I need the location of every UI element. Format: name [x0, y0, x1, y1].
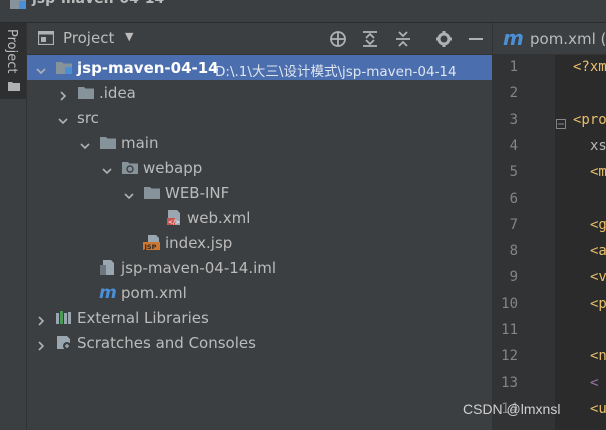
tree-row-web-xml[interactable]: </> web.xml — [27, 205, 492, 230]
project-tool-tab-label: Project — [4, 29, 19, 74]
iml-file-icon — [99, 259, 117, 276]
line-number: 8 — [509, 243, 518, 260]
project-panel-header: Project ▼ — [27, 23, 492, 55]
editor-tab-pom-xml[interactable]: m pom.xml (j — [493, 23, 606, 55]
editor-tab-label: pom.xml (j — [530, 30, 606, 48]
tree-item-label: External Libraries — [77, 309, 209, 327]
tree-row-webapp[interactable]: webapp — [27, 155, 492, 180]
code-line: <g — [590, 216, 606, 233]
maven-icon: m — [99, 283, 117, 303]
svg-text:JSP: JSP — [144, 243, 157, 251]
line-number: 11 — [501, 322, 518, 338]
line-number: 9 — [509, 269, 518, 286]
jsp-file-icon: JSP — [143, 234, 161, 251]
xml-config-icon: </> — [165, 209, 183, 226]
module-folder-icon — [55, 59, 73, 76]
project-icon — [10, 0, 26, 9]
svg-text:m: m — [99, 284, 117, 301]
tree-row-external-libraries[interactable]: External Libraries — [27, 305, 492, 330]
tree-item-label: src — [77, 109, 99, 127]
web-folder-icon — [121, 159, 139, 176]
scratches-icon — [55, 334, 73, 351]
line-number: 2 — [509, 85, 518, 102]
code-line: <pro — [573, 111, 606, 128]
chevron-right-icon[interactable] — [35, 337, 47, 351]
line-number: 1 — [509, 59, 518, 75]
tree-item-label: index.jsp — [165, 234, 233, 252]
tree-row-src[interactable]: src — [27, 105, 492, 130]
tree-row-index-jsp[interactable]: JSP index.jsp — [27, 230, 492, 255]
libraries-icon — [55, 309, 73, 326]
code-line: <?xm — [573, 59, 606, 75]
watermark: CSDN @lmxnsl — [463, 401, 561, 417]
tree-item-label: main — [121, 134, 159, 152]
tree-item-label: jsp-maven-04-14 — [77, 59, 219, 77]
chevron-right-icon[interactable] — [35, 312, 47, 326]
window-title: jsp-maven-04-14 — [32, 0, 164, 7]
code-line: <p — [590, 295, 606, 312]
chevron-down-icon[interactable] — [79, 137, 91, 150]
tree-row-scratches-and-consoles[interactable]: Scratches and Consoles — [27, 330, 492, 355]
tree-item-label: jsp-maven-04-14.iml — [121, 259, 277, 277]
line-number-gutter: 1 2 3 4 5 6 7 8 9 10 11 12 13 14 — [493, 55, 555, 430]
line-number: 6 — [509, 190, 518, 207]
tool-window-strip: Project — [0, 23, 27, 430]
code-line: <u — [590, 400, 606, 417]
project-panel: Project ▼ jsp-maven-04-14 D:\.1\大三\设计模式\j… — [27, 23, 492, 430]
chevron-down-icon[interactable] — [123, 187, 135, 200]
maven-icon: m — [503, 26, 524, 50]
code-line: <a — [590, 243, 606, 260]
line-number: 3 — [509, 111, 518, 128]
chevron-down-icon[interactable] — [57, 112, 69, 125]
chevron-down-icon[interactable] — [101, 162, 113, 175]
line-number: 5 — [509, 164, 518, 181]
code-area[interactable]: <?xm <pro xs <m <g <a <v <p <n < <u — [555, 55, 606, 430]
minimize-icon[interactable] — [465, 28, 487, 50]
code-line: < — [590, 374, 599, 391]
tree-row-main[interactable]: main — [27, 130, 492, 155]
folder-icon — [77, 84, 95, 101]
gear-icon[interactable] — [433, 28, 455, 50]
editor: m pom.xml (j 1 2 3 4 5 6 7 8 9 10 11 12 13 14 <?xm <pr… — [493, 23, 606, 430]
line-number: 4 — [509, 137, 518, 154]
project-view-dropdown[interactable]: Project — [63, 29, 114, 47]
line-number: 7 — [509, 216, 518, 233]
tree-row-pom-xml[interactable]: m pom.xml — [27, 280, 492, 305]
fold-icon[interactable] — [556, 114, 566, 129]
line-number: 13 — [501, 374, 518, 391]
tree-item-label: pom.xml — [121, 284, 187, 302]
line-number: 10 — [501, 295, 518, 312]
tree-row-jsp-maven-04-14[interactable]: jsp-maven-04-14 D:\.1\大三\设计模式\jsp-maven-0… — [27, 55, 492, 80]
code-line: <n — [590, 348, 606, 365]
code-line: <v — [590, 269, 606, 286]
expand-all-icon[interactable] — [359, 28, 381, 50]
locate-icon[interactable] — [327, 28, 349, 50]
tree-item-label: Scratches and Consoles — [77, 334, 256, 352]
tree-item-label: webapp — [143, 159, 203, 177]
svg-text:</>: </> — [168, 219, 180, 226]
folder-icon — [8, 82, 20, 91]
line-number: 12 — [501, 348, 518, 365]
tree-row-web-inf[interactable]: WEB-INF — [27, 180, 492, 205]
folder-icon — [143, 184, 161, 201]
tree-item-label: web.xml — [187, 209, 251, 227]
title-bar: jsp-maven-04-14 — [0, 0, 606, 23]
folder-icon — [99, 134, 117, 151]
tree-item-label: WEB-INF — [165, 184, 230, 202]
chevron-right-icon[interactable] — [57, 87, 69, 101]
module-path: D:\.1\大三\设计模式\jsp-maven-04-14 — [215, 64, 457, 80]
tree-row-idea[interactable]: .idea — [27, 80, 492, 105]
code-line: <m — [590, 164, 606, 181]
project-view-icon — [38, 31, 54, 45]
chevron-down-icon[interactable] — [35, 62, 47, 75]
tree-item-label: .idea — [99, 84, 136, 102]
collapse-all-icon[interactable] — [392, 28, 414, 50]
tree-row-jsp-maven-04-14-iml[interactable]: jsp-maven-04-14.iml — [27, 255, 492, 280]
code-line: xs — [590, 137, 606, 154]
chevron-down-icon[interactable]: ▼ — [125, 30, 133, 43]
project-tool-tab[interactable]: Project — [0, 23, 26, 99]
